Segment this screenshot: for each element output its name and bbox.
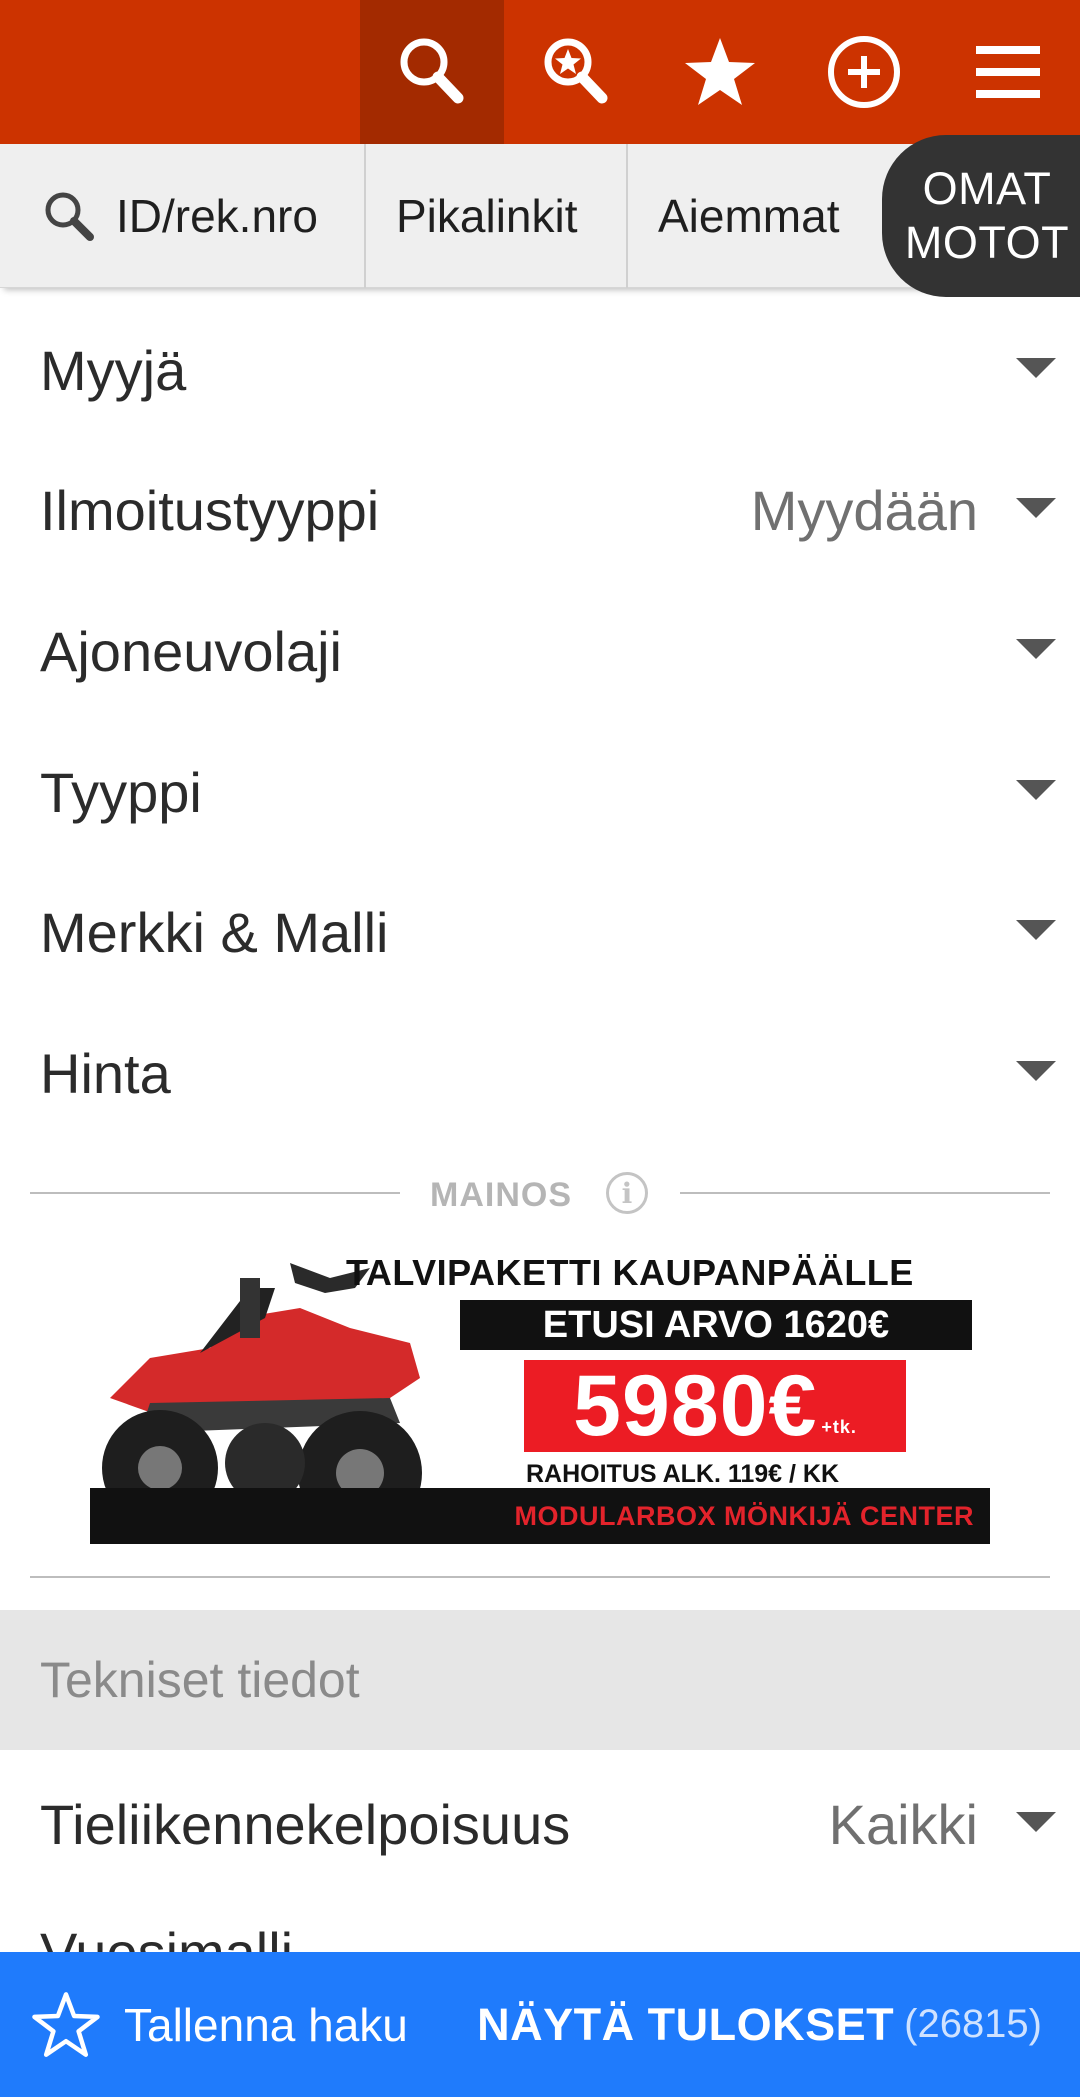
filter-label: Ilmoitustyyppi bbox=[40, 478, 380, 542]
star-outline-icon bbox=[32, 1991, 100, 2057]
quicklinks-label: Pikalinkit bbox=[396, 190, 578, 242]
nav-divider bbox=[626, 144, 628, 288]
dropdown-caret-icon bbox=[1016, 780, 1056, 800]
filter-value: Kaikki bbox=[828, 1792, 978, 1856]
omat-motot-button[interactable]: OMAT MOTOT bbox=[882, 135, 1080, 297]
show-results-label: NÄYTÄ TULOKSET bbox=[477, 1998, 895, 2050]
section-title: Tekniset tiedot bbox=[40, 1652, 360, 1708]
previous-searches-button[interactable]: Aiemmat bbox=[658, 144, 839, 288]
ad-label: MAINOS bbox=[430, 1176, 572, 1214]
filter-value: Myydään bbox=[750, 478, 978, 542]
ad-headline: TALVIPAKETTI KAUPANPÄÄLLE bbox=[346, 1252, 914, 1293]
info-icon[interactable]: i bbox=[606, 1172, 648, 1214]
add-listing-button[interactable] bbox=[792, 0, 936, 144]
add-listing-icon bbox=[828, 36, 900, 108]
quicklinks-button[interactable]: Pikalinkit bbox=[396, 144, 578, 288]
show-results-button[interactable]: NÄYTÄ TULOKSET (26815) bbox=[477, 1952, 1042, 2097]
filter-label: Tyyppi bbox=[40, 760, 202, 824]
save-search-button[interactable]: Tallenna haku bbox=[30, 1952, 408, 2097]
ad-price: 5980€ bbox=[573, 1357, 818, 1454]
menu-icon bbox=[976, 46, 1040, 98]
id-search-label: ID/rek.nro bbox=[116, 190, 318, 242]
ad-store-name: MODULARBOX MÖNKIJÄ CENTER bbox=[90, 1488, 990, 1544]
filter-label: Merkki & Malli bbox=[40, 900, 389, 964]
dropdown-caret-icon bbox=[1016, 920, 1056, 940]
previous-searches-label: Aiemmat bbox=[658, 190, 840, 242]
filter-row-listing-type[interactable]: Ilmoitustyyppi Myydään bbox=[0, 440, 1080, 580]
favorites-button[interactable] bbox=[648, 0, 792, 144]
ad-value-line: ETUSI ARVO 1620€ bbox=[460, 1300, 972, 1350]
filter-row-type[interactable]: Tyyppi bbox=[0, 722, 1080, 862]
nav-divider bbox=[364, 144, 366, 288]
bottom-action-bar: Tallenna haku NÄYTÄ TULOKSET (26815) bbox=[0, 1952, 1080, 2097]
search-icon bbox=[45, 192, 94, 241]
ad-financing: RAHOITUS ALK. 119€ / KK bbox=[526, 1460, 840, 1488]
filter-label: Hinta bbox=[40, 1041, 171, 1105]
ad-divider bbox=[30, 1576, 1050, 1578]
dropdown-caret-icon bbox=[1016, 1812, 1056, 1832]
saved-search-icon bbox=[544, 38, 608, 104]
saved-searches-button[interactable] bbox=[504, 0, 648, 144]
dropdown-caret-icon bbox=[1016, 639, 1056, 659]
filter-row-road-legality[interactable]: Tieliikennekelpoisuus Kaikki bbox=[0, 1754, 1080, 1894]
save-search-label: Tallenna haku bbox=[124, 1998, 408, 2051]
filter-label: Tieliikennekelpoisuus bbox=[40, 1792, 571, 1856]
ad-banner[interactable]: TALVIPAKETTI KAUPANPÄÄLLE ETUSI ARVO 162… bbox=[90, 1248, 990, 1548]
ad-divider bbox=[680, 1192, 1050, 1194]
filter-label: Ajoneuvolaji bbox=[40, 619, 342, 683]
app-root: ID/rek.nro Pikalinkit Aiemmat OMAT MOTOT… bbox=[0, 0, 1080, 2097]
filter-row-vehicle-class[interactable]: Ajoneuvolaji bbox=[0, 581, 1080, 721]
search-icon bbox=[400, 38, 464, 104]
main-menu-button[interactable] bbox=[936, 0, 1080, 144]
omat-motot-line2: MOTOT bbox=[904, 217, 1070, 268]
dropdown-caret-icon bbox=[1016, 358, 1056, 378]
top-header bbox=[0, 0, 1080, 144]
dropdown-caret-icon bbox=[1016, 1061, 1056, 1081]
favorites-star-icon bbox=[685, 38, 755, 105]
ad-divider bbox=[30, 1192, 400, 1194]
results-count: (26815) bbox=[904, 2002, 1042, 2046]
omat-motot-line1: OMAT bbox=[922, 163, 1052, 214]
dropdown-caret-icon bbox=[1016, 498, 1056, 518]
section-header-technical: Tekniset tiedot bbox=[0, 1610, 1080, 1750]
filter-row-make-model[interactable]: Merkki & Malli bbox=[0, 862, 1080, 1002]
filter-row-price[interactable]: Hinta bbox=[0, 1003, 1080, 1143]
search-tab-button[interactable] bbox=[360, 0, 504, 144]
filter-row-seller[interactable]: Myyjä bbox=[0, 300, 1080, 440]
id-search-button[interactable]: ID/rek.nro bbox=[40, 144, 318, 288]
ad-price-box: 5980€ +tk. bbox=[524, 1358, 906, 1454]
filter-label: Myyjä bbox=[40, 338, 187, 402]
ad-price-suffix: +tk. bbox=[821, 1417, 857, 1437]
